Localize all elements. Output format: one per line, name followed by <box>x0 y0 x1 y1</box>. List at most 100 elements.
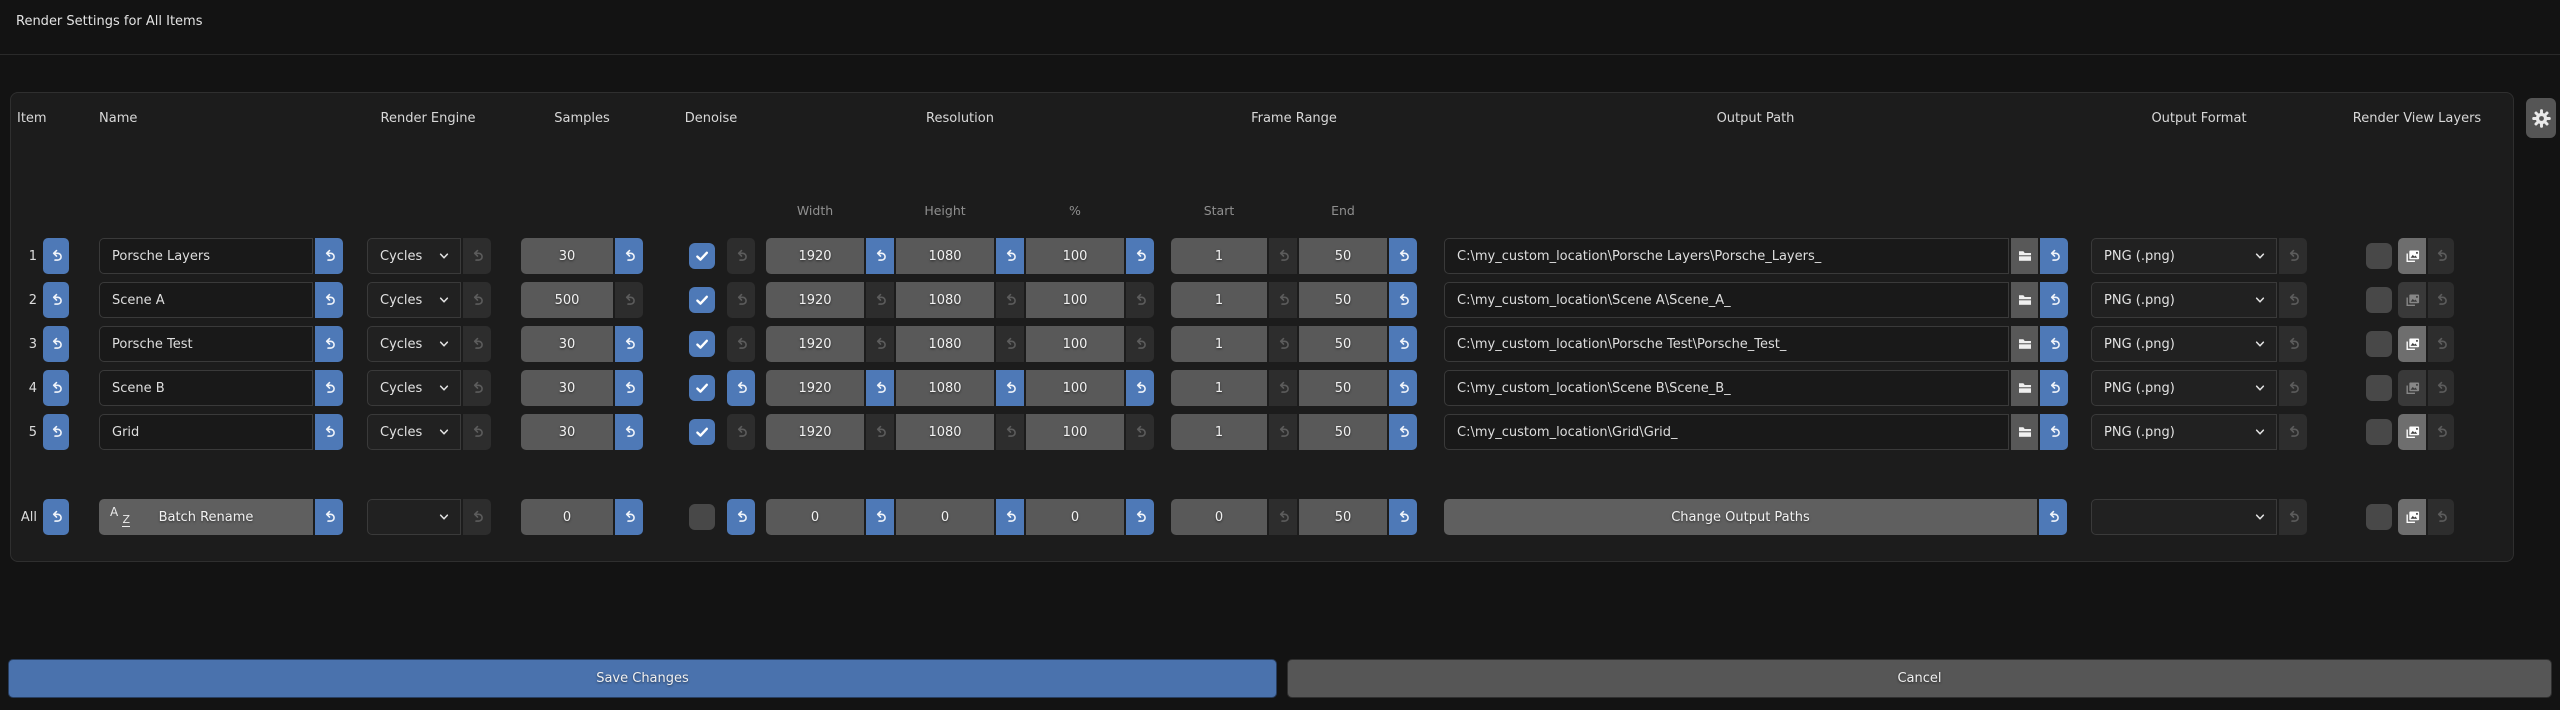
denoise-checkbox[interactable] <box>689 419 715 445</box>
name-reset-button[interactable] <box>315 414 343 450</box>
path-reset-button[interactable] <box>2040 238 2068 274</box>
change-output-paths-button[interactable]: Change Output Paths <box>1444 499 2037 535</box>
path-reset-button[interactable] <box>2040 414 2068 450</box>
frame-start-reset-button[interactable] <box>1269 414 1297 450</box>
browse-folder-button[interactable] <box>2011 414 2038 450</box>
samples-input[interactable]: 30 <box>521 370 613 406</box>
resolution-percent-input[interactable]: 100 <box>1026 238 1124 274</box>
resolution-height-input[interactable]: 1080 <box>896 414 994 450</box>
view-layers-checkbox[interactable] <box>2366 331 2392 357</box>
samples-reset-button[interactable] <box>615 282 643 318</box>
browse-folder-button[interactable] <box>2011 370 2038 406</box>
frame-end-reset-button[interactable] <box>1389 370 1417 406</box>
batch-rename-button[interactable]: AZ Batch Rename <box>99 499 313 535</box>
resolution-height-reset-button[interactable] <box>996 238 1024 274</box>
output-path-input[interactable]: C:\my_custom_location\Porsche Test\Porsc… <box>1444 326 2009 362</box>
resolution-percent-input[interactable]: 100 <box>1026 370 1124 406</box>
frame-end-input[interactable]: 50 <box>1299 414 1387 450</box>
name-input[interactable]: Grid <box>99 414 313 450</box>
all-frame-start-input[interactable]: 0 <box>1171 499 1267 535</box>
name-reset-button[interactable] <box>315 282 343 318</box>
all-samples-reset-button[interactable] <box>615 499 643 535</box>
denoise-checkbox[interactable] <box>689 243 715 269</box>
item-reset-button[interactable] <box>43 414 69 450</box>
frame-start-input[interactable]: 1 <box>1171 326 1267 362</box>
resolution-width-input[interactable]: 1920 <box>766 282 864 318</box>
engine-reset-button[interactable] <box>463 326 491 362</box>
frame-start-reset-button[interactable] <box>1269 370 1297 406</box>
name-reset-button[interactable] <box>315 370 343 406</box>
resolution-percent-reset-button[interactable] <box>1126 282 1154 318</box>
name-input[interactable]: Scene A <box>99 282 313 318</box>
resolution-height-reset-button[interactable] <box>996 326 1024 362</box>
all-format-reset-button[interactable] <box>2279 499 2307 535</box>
frame-start-input[interactable]: 1 <box>1171 282 1267 318</box>
render-engine-select[interactable]: Cycles <box>367 414 461 450</box>
resolution-height-reset-button[interactable] <box>996 282 1024 318</box>
name-reset-button[interactable] <box>315 326 343 362</box>
resolution-height-input[interactable]: 1080 <box>896 238 994 274</box>
all-resolution-width-input[interactable]: 0 <box>766 499 864 535</box>
view-layers-checkbox[interactable] <box>2366 243 2392 269</box>
resolution-width-reset-button[interactable] <box>866 370 894 406</box>
frame-end-input[interactable]: 50 <box>1299 238 1387 274</box>
all-render-engine-select[interactable] <box>367 499 461 535</box>
resolution-width-reset-button[interactable] <box>866 282 894 318</box>
browse-folder-button[interactable] <box>2011 326 2038 362</box>
denoise-reset-button[interactable] <box>727 414 755 450</box>
output-path-input[interactable]: C:\my_custom_location\Scene B\Scene_B_ <box>1444 370 2009 406</box>
all-resolution-percent-input[interactable]: 0 <box>1026 499 1124 535</box>
denoise-reset-button[interactable] <box>727 370 755 406</box>
frame-end-input[interactable]: 50 <box>1299 326 1387 362</box>
resolution-width-input[interactable]: 1920 <box>766 326 864 362</box>
output-format-select[interactable]: PNG (.png) <box>2091 414 2277 450</box>
view-layers-icon-button[interactable] <box>2398 370 2426 406</box>
samples-input[interactable]: 500 <box>521 282 613 318</box>
view-layers-checkbox[interactable] <box>2366 419 2392 445</box>
resolution-width-reset-button[interactable] <box>866 326 894 362</box>
change-output-paths-reset-button[interactable] <box>2039 499 2067 535</box>
resolution-height-input[interactable]: 1080 <box>896 326 994 362</box>
frame-end-input[interactable]: 50 <box>1299 282 1387 318</box>
resolution-width-reset-button[interactable] <box>866 238 894 274</box>
output-format-select[interactable]: PNG (.png) <box>2091 282 2277 318</box>
resolution-percent-reset-button[interactable] <box>1126 414 1154 450</box>
resolution-height-reset-button[interactable] <box>996 370 1024 406</box>
item-reset-button[interactable] <box>43 282 69 318</box>
frame-start-input[interactable]: 1 <box>1171 414 1267 450</box>
view-layers-reset-button[interactable] <box>2428 326 2454 362</box>
frame-start-reset-button[interactable] <box>1269 282 1297 318</box>
resolution-percent-input[interactable]: 100 <box>1026 414 1124 450</box>
item-reset-button[interactable] <box>43 238 69 274</box>
view-layers-icon-button[interactable] <box>2398 238 2426 274</box>
render-engine-select[interactable]: Cycles <box>367 370 461 406</box>
engine-reset-button[interactable] <box>463 370 491 406</box>
all-samples-input[interactable]: 0 <box>521 499 613 535</box>
all-frame-end-reset-button[interactable] <box>1389 499 1417 535</box>
item-reset-button[interactable] <box>43 370 69 406</box>
resolution-width-input[interactable]: 1920 <box>766 414 864 450</box>
denoise-reset-button[interactable] <box>727 282 755 318</box>
frame-start-reset-button[interactable] <box>1269 326 1297 362</box>
cancel-button[interactable]: Cancel <box>1287 659 2552 698</box>
all-denoise-checkbox[interactable] <box>689 504 715 530</box>
samples-reset-button[interactable] <box>615 238 643 274</box>
frame-end-reset-button[interactable] <box>1389 414 1417 450</box>
save-changes-button[interactable]: Save Changes <box>8 659 1277 698</box>
format-reset-button[interactable] <box>2279 326 2307 362</box>
engine-reset-button[interactable] <box>463 238 491 274</box>
denoise-checkbox[interactable] <box>689 287 715 313</box>
format-reset-button[interactable] <box>2279 414 2307 450</box>
denoise-reset-button[interactable] <box>727 238 755 274</box>
resolution-width-reset-button[interactable] <box>866 414 894 450</box>
path-reset-button[interactable] <box>2040 282 2068 318</box>
frame-end-reset-button[interactable] <box>1389 282 1417 318</box>
output-path-input[interactable]: C:\my_custom_location\Scene A\Scene_A_ <box>1444 282 2009 318</box>
view-layers-checkbox[interactable] <box>2366 375 2392 401</box>
denoise-checkbox[interactable] <box>689 331 715 357</box>
resolution-percent-input[interactable]: 100 <box>1026 326 1124 362</box>
name-reset-button[interactable] <box>315 238 343 274</box>
samples-input[interactable]: 30 <box>521 238 613 274</box>
view-layers-icon-button[interactable] <box>2398 326 2426 362</box>
output-format-select[interactable]: PNG (.png) <box>2091 326 2277 362</box>
